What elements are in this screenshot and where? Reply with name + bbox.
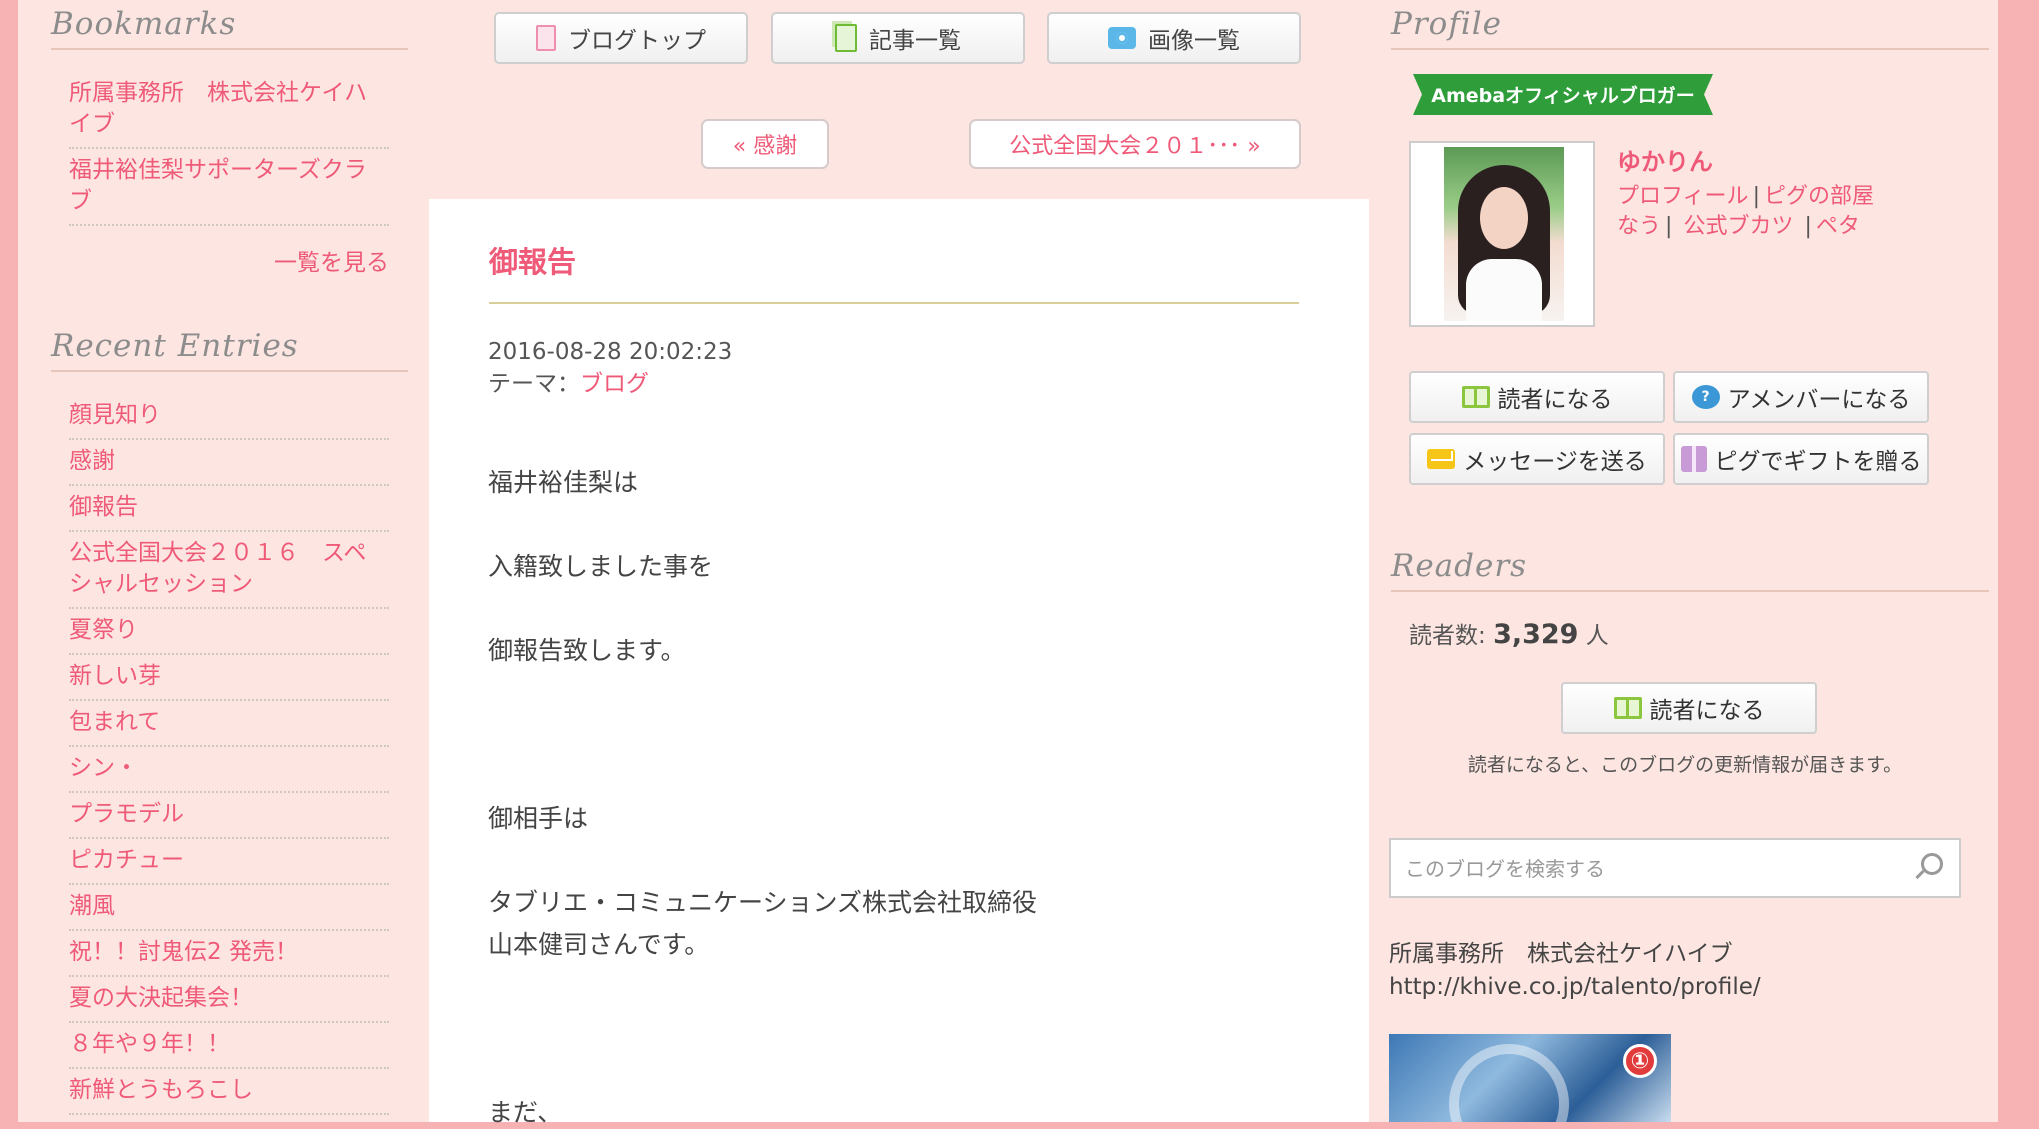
book-icon — [1613, 697, 1642, 719]
blog-search — [1389, 838, 1961, 898]
blog-top-button[interactable]: ブログトップ — [494, 12, 748, 64]
recent-entry[interactable]: 夏祭り — [69, 609, 389, 655]
body-text: 福井裕佳梨は — [488, 468, 639, 497]
separator: | — [1752, 184, 1760, 209]
entries-icon — [835, 24, 857, 52]
now-link[interactable]: なう — [1617, 214, 1661, 239]
profile-photo-frame[interactable] — [1409, 141, 1595, 327]
prev-entry-button[interactable]: « 感謝 — [701, 119, 829, 169]
agency-text: 所属事務所 株式会社ケイハイブ — [1389, 941, 1733, 967]
recent-entry[interactable]: 新しい芽 — [69, 655, 389, 701]
recent-entries-heading: Recent Entries — [51, 328, 408, 372]
readers-heading: Readers — [1391, 548, 1989, 592]
entries-list-button[interactable]: 記事一覧 — [771, 12, 1025, 64]
recent-entry[interactable]: ピカチュー — [69, 839, 389, 885]
bookmark-item[interactable]: 福井裕佳梨サポーターズクラブ — [69, 149, 389, 226]
body-text: 御報告致します。 — [488, 636, 686, 665]
profile-photo — [1444, 147, 1564, 321]
send-message-button[interactable]: メッセージを送る — [1409, 433, 1665, 485]
become-reader-button-2[interactable]: 読者になる — [1561, 682, 1817, 734]
bookmarks-list: 所属事務所 株式会社ケイハ イブ 福井裕佳梨サポーターズクラブ — [69, 72, 389, 226]
pigg-room-link[interactable]: ピグの部屋 — [1764, 184, 1874, 209]
blogger-name[interactable]: ゆかりん — [1617, 142, 1713, 177]
bukatsu-link[interactable]: 公式ブカツ — [1683, 214, 1793, 239]
article-card: 御報告 2016-08-28 20:02:23 テーマ：ブログ 福井裕佳梨は 入… — [429, 199, 1369, 1127]
body-text: 山本健司さんです。 — [488, 930, 710, 959]
bookmark-item[interactable]: 所属事務所 株式会社ケイハ イブ — [69, 72, 389, 149]
readers-number: 3,329 — [1493, 619, 1579, 650]
amember-button[interactable]: ? アメンバーになる — [1673, 371, 1929, 423]
readers-count: 読者数: 3,329 人 — [1409, 619, 1609, 650]
recent-entry[interactable]: シン・ — [69, 747, 389, 793]
chat-icon: ? — [1691, 385, 1720, 409]
recent-entry[interactable]: プラモデル — [69, 793, 389, 839]
body-text: タブリエ・コミュニケーションズ株式会社取締役 — [488, 888, 1038, 917]
title-divider — [489, 302, 1299, 304]
recent-entry[interactable]: 御報告 — [69, 486, 389, 532]
volume-number: ① — [1623, 1044, 1657, 1078]
recent-entry[interactable]: 感謝 — [69, 440, 389, 486]
reader-note: 読者になると、このブログの更新情報が届きます。 — [1467, 754, 1903, 776]
comic-cover-image[interactable]: ① — [1389, 1034, 1671, 1122]
images-list-button[interactable]: 画像一覧 — [1047, 12, 1301, 64]
mail-icon — [1427, 449, 1456, 469]
recent-entry[interactable]: ８年や９年！！ — [69, 1023, 389, 1069]
body-text: まだ、 — [488, 1098, 563, 1127]
search-input[interactable] — [1403, 848, 1907, 890]
recent-entry[interactable]: 潮風 — [69, 885, 389, 931]
recent-entry[interactable]: 夏の大決起集会！ — [69, 977, 389, 1023]
become-reader-button[interactable]: 読者になる — [1409, 371, 1665, 423]
gift-icon — [1680, 446, 1707, 472]
peta-link[interactable]: ペタ — [1816, 214, 1860, 239]
official-blogger-badge: Amebaオフィシャルブロガー — [1413, 74, 1713, 115]
recent-entries-list: 顔見知り 感謝 御報告 公式全国大会２０１６ スペ シャルセッション 夏祭り 新し… — [69, 394, 389, 1115]
profile-heading: Profile — [1391, 6, 1989, 50]
see-all-link[interactable]: 一覧を見る — [69, 243, 389, 277]
bookmarks-heading: Bookmarks — [51, 6, 408, 50]
recent-entry[interactable]: 祝！！討鬼伝2 発売！ — [69, 931, 389, 977]
separator: | — [1804, 214, 1812, 239]
free-area-text: 所属事務所 株式会社ケイハイブ http://khive.co.jp/talen… — [1389, 938, 1761, 1004]
profile-links: プロフィール | ピグの部屋 なう | 公式ブカツ | ペタ — [1617, 182, 1874, 242]
article-title: 御報告 — [489, 245, 577, 279]
profile-link[interactable]: プロフィール — [1617, 184, 1749, 209]
recent-entry[interactable]: 新鮮とうもろこし — [69, 1069, 389, 1115]
theme-link[interactable]: ブログ — [580, 371, 649, 397]
theme-label: テーマ： — [488, 371, 580, 397]
body-text: 入籍致しました事を — [488, 552, 714, 581]
separator: | — [1665, 214, 1673, 239]
camera-icon — [1108, 27, 1136, 49]
article-date: 2016-08-28 20:02:23 — [488, 339, 733, 365]
recent-entry[interactable]: 包まれて — [69, 701, 389, 747]
body-text: 御相手は — [488, 804, 589, 833]
pigg-gift-button[interactable]: ピグでギフトを贈る — [1673, 433, 1929, 485]
document-icon — [536, 25, 556, 51]
article-meta: 2016-08-28 20:02:23 テーマ：ブログ — [488, 336, 732, 400]
book-icon — [1461, 386, 1490, 408]
recent-entry[interactable]: 顔見知り — [69, 394, 389, 440]
recent-entry[interactable]: 公式全国大会２０１６ スペ シャルセッション — [69, 532, 389, 609]
search-icon[interactable] — [1921, 853, 1943, 875]
next-entry-button[interactable]: 公式全国大会２０１･･･ » — [969, 119, 1301, 169]
agency-url[interactable]: http://khive.co.jp/talento/profile/ — [1389, 971, 1761, 1004]
